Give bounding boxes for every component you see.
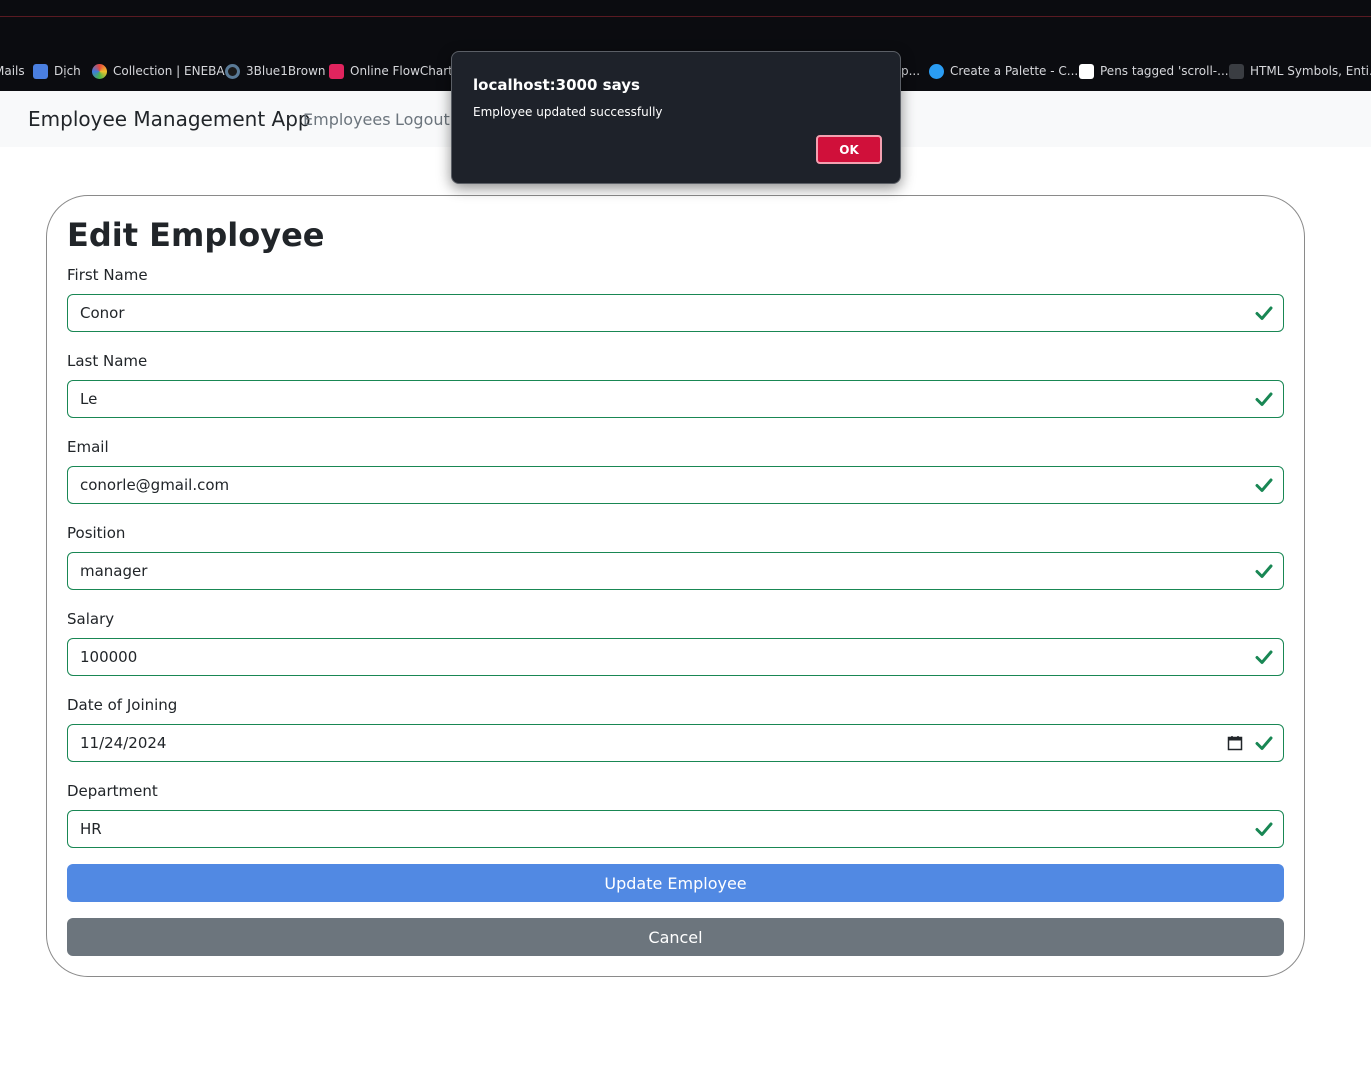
translate-icon xyxy=(33,63,48,79)
palette-icon xyxy=(929,63,944,79)
browser-tab-strip xyxy=(0,0,1371,51)
bookmark-html-symbols[interactable]: HTML Symbols, Enti... xyxy=(1229,63,1371,79)
nav-link-employees[interactable]: Employees xyxy=(303,110,391,129)
dialog-message: Employee updated successfully xyxy=(473,105,663,119)
department-input[interactable]: HR xyxy=(67,810,1284,848)
dialog-title: localhost:3000 says xyxy=(473,76,640,94)
calendar-icon[interactable] xyxy=(1227,735,1243,751)
valid-check-icon xyxy=(1255,478,1273,492)
navbar-brand[interactable]: Employee Management App xyxy=(28,107,311,131)
tab-indicator xyxy=(0,16,1371,17)
valid-check-icon xyxy=(1255,650,1273,664)
bookmark-flowchart[interactable]: Online FlowChart & xyxy=(329,63,466,79)
salary-label: Salary xyxy=(67,610,115,628)
bookmark-palette[interactable]: Create a Palette - C... xyxy=(929,63,1078,79)
bookmark-partial[interactable]: p... xyxy=(901,63,920,79)
last-name-label: Last Name xyxy=(67,352,148,370)
date-of-joining-value: 11/24/2024 xyxy=(80,734,167,752)
bookmark-label: p... xyxy=(901,64,921,78)
salary-value: 100000 xyxy=(80,648,138,666)
valid-check-icon xyxy=(1255,564,1273,578)
email-label: Email xyxy=(67,438,109,456)
bookmark-label: HTML Symbols, Enti... xyxy=(1250,64,1371,78)
salary-input[interactable]: 100000 xyxy=(67,638,1284,676)
position-value: manager xyxy=(80,562,148,580)
eneba-icon xyxy=(92,63,107,79)
department-value: HR xyxy=(80,820,102,838)
bookmark-label: Dịch xyxy=(54,64,81,78)
bookmark-label: Online FlowChart & xyxy=(350,64,467,78)
bookmark-label: Mails xyxy=(0,64,25,78)
first-name-value: Conor xyxy=(80,304,125,322)
bookmark-label: Create a Palette - C... xyxy=(950,64,1079,78)
bookmark-label: Pens tagged 'scroll-... xyxy=(1100,64,1229,78)
3b1b-icon xyxy=(225,63,240,79)
bookmark-mails[interactable]: Mails xyxy=(0,63,25,79)
flowchart-icon xyxy=(329,63,344,79)
last-name-value: Le xyxy=(80,390,98,408)
email-value: conorle@gmail.com xyxy=(80,476,230,494)
first-name-input[interactable]: Conor xyxy=(67,294,1284,332)
page-title: Edit Employee xyxy=(67,216,325,254)
nav-link-logout[interactable]: Logout xyxy=(395,110,450,129)
valid-check-icon xyxy=(1255,306,1273,320)
department-label: Department xyxy=(67,782,158,800)
valid-check-icon xyxy=(1255,822,1273,836)
update-employee-button[interactable]: Update Employee xyxy=(67,864,1284,902)
alert-dialog: localhost:3000 says Employee updated suc… xyxy=(451,51,901,184)
codepen-icon xyxy=(1079,63,1094,79)
html-symbols-icon xyxy=(1229,63,1244,79)
date-of-joining-input[interactable]: 11/24/2024 xyxy=(67,724,1284,762)
date-of-joining-label: Date of Joining xyxy=(67,696,178,714)
cancel-button[interactable]: Cancel xyxy=(67,918,1284,956)
valid-check-icon xyxy=(1255,392,1273,406)
bookmark-codepen[interactable]: Pens tagged 'scroll-... xyxy=(1079,63,1229,79)
bookmark-dich[interactable]: Dịch xyxy=(33,63,81,79)
bookmark-label: 3Blue1Brown xyxy=(246,64,326,78)
ok-button[interactable]: OK xyxy=(816,135,882,164)
position-input[interactable]: manager xyxy=(67,552,1284,590)
valid-check-icon xyxy=(1255,736,1273,750)
bookmark-label: Collection | ENEBA xyxy=(113,64,225,78)
bookmark-eneba[interactable]: Collection | ENEBA xyxy=(92,63,225,79)
first-name-label: First Name xyxy=(67,266,148,284)
email-input[interactable]: conorle@gmail.com xyxy=(67,466,1284,504)
position-label: Position xyxy=(67,524,126,542)
bookmark-3b1b[interactable]: 3Blue1Brown xyxy=(225,63,326,79)
last-name-input[interactable]: Le xyxy=(67,380,1284,418)
